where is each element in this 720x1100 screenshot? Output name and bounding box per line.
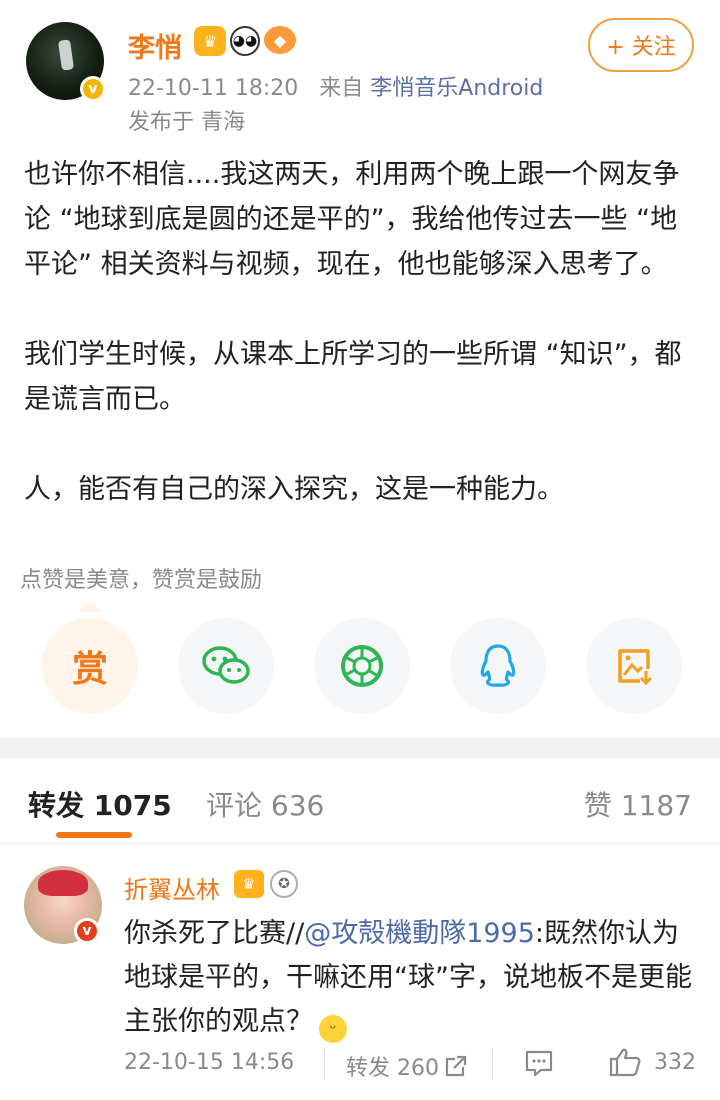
repost-timestamp: 22-10-15 14:56 xyxy=(124,1050,295,1075)
crown-badge-icon[interactable]: ♛ xyxy=(194,26,226,56)
repost-action-button[interactable]: 转发 260 xyxy=(346,1050,469,1082)
wechat-icon xyxy=(202,646,250,684)
share-wechat-button[interactable] xyxy=(178,618,274,714)
tab-repost[interactable]: 转发 1075 xyxy=(28,784,172,824)
bird-badge-icon[interactable]: ◆ xyxy=(264,26,296,54)
post-header: v 李悄 ♛ ◕◕ ◆ 22-10-11 18:20 来自 李悄音乐Androi… xyxy=(0,0,720,140)
panda-badge-icon[interactable]: ◕◕ xyxy=(230,26,260,56)
section-divider xyxy=(0,738,720,758)
source-prefix: 来自 xyxy=(319,76,364,101)
post-paragraph: 也许你不相信....我这两天，利用两个晚上跟一个网友争论 “地球到底是圆的还是平… xyxy=(24,159,680,280)
verified-badge-icon: v xyxy=(74,918,100,944)
follow-button[interactable]: + 关注 xyxy=(588,18,694,72)
moments-icon xyxy=(341,645,383,687)
footer-divider xyxy=(492,1050,493,1080)
tab-likes[interactable]: 赞 1187 xyxy=(584,784,692,824)
verified-badge-icon: v xyxy=(80,76,106,102)
interaction-tabs: 转发 1075 评论 636 赞 1187 xyxy=(0,758,720,844)
post-location: 发布于 青海 xyxy=(128,110,245,135)
reward-button[interactable]: 赏 xyxy=(42,618,138,714)
qq-icon xyxy=(480,644,516,687)
share-qq-button[interactable] xyxy=(450,618,546,714)
share-moments-button[interactable] xyxy=(314,618,410,714)
repost-text: 你杀死了比赛//@攻殻機動隊1995:既然你认为地球是平的，干嘛还用“球”字，说… xyxy=(124,912,696,1044)
tab-comments[interactable]: 评论 636 xyxy=(206,784,324,824)
repost-arrow-icon xyxy=(445,1055,467,1077)
repost-footer: 22-10-15 14:56 转发 260 332 xyxy=(124,1046,696,1082)
save-image-icon xyxy=(618,649,653,686)
post-meta: 22-10-11 18:20 来自 李悄音乐Android xyxy=(128,70,543,102)
reward-hint: 点赞是美意，赞赏是鼓励 xyxy=(20,568,263,593)
post-body: 也许你不相信....我这两天，利用两个晚上跟一个网友争论 “地球到底是圆的还是平… xyxy=(24,152,704,557)
post-source-link[interactable]: 李悄音乐Android xyxy=(370,76,543,101)
post-paragraph: 我们学生时候，从课本上所学习的一些所谓 “知识”，都是谎言而已。 xyxy=(24,339,682,415)
comment-icon xyxy=(525,1050,553,1077)
grin-emoji-icon: ᵕ xyxy=(319,1015,347,1043)
repost-text-before: 你杀死了比赛// xyxy=(124,918,305,949)
commenter-badges: ♛ ✪ xyxy=(234,870,298,898)
reward-label: 赏 xyxy=(71,649,108,690)
author-badges: ♛ ◕◕ ◆ xyxy=(194,26,296,56)
post-timestamp: 22-10-11 18:20 xyxy=(128,76,299,101)
save-image-button[interactable] xyxy=(586,618,682,714)
share-row: 赏 xyxy=(42,618,682,714)
medal-badge-icon[interactable]: ✪ xyxy=(270,870,298,898)
repost-count-label: 转发 260 xyxy=(346,1056,439,1081)
footer-divider xyxy=(324,1050,325,1080)
author-name[interactable]: 李悄 xyxy=(128,26,182,65)
like-button[interactable]: 332 xyxy=(608,1046,696,1078)
like-count: 332 xyxy=(654,1049,696,1075)
hint-caret-icon xyxy=(78,600,102,612)
user-mention-link[interactable]: @攻殻機動隊1995 xyxy=(304,918,535,949)
commenter-name[interactable]: 折翼丛林 xyxy=(124,870,220,905)
post-paragraph: 人，能否有自己的深入探究，这是一种能力。 xyxy=(24,474,564,505)
thumbs-up-icon xyxy=(609,1048,641,1077)
vip-badge-icon[interactable]: ♛ xyxy=(234,870,264,898)
reply-button[interactable] xyxy=(524,1048,554,1084)
active-tab-indicator xyxy=(56,832,132,838)
repost-item: v 折翼丛林 ♛ ✪ 你杀死了比赛//@攻殻機動隊1995:既然你认为地球是平的… xyxy=(0,844,720,1100)
